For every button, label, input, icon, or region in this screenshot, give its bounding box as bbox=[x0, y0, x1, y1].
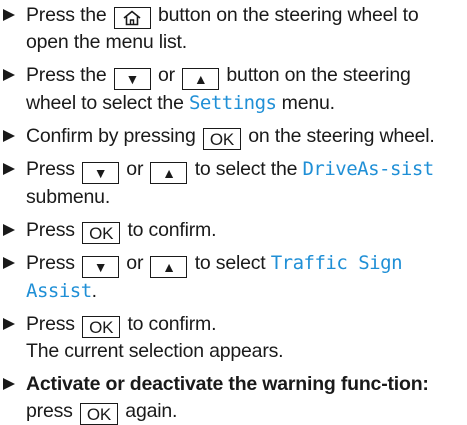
step-5-text-a: Press bbox=[26, 219, 75, 241]
ok-key: OK bbox=[202, 128, 241, 150]
ok-key: OK bbox=[82, 222, 121, 244]
step-7: Press OK to confirm. The current selecti… bbox=[0, 311, 467, 365]
bullet-triangle-icon bbox=[3, 9, 15, 21]
step-4-text-c: submenu. bbox=[26, 186, 111, 208]
step-7-text-b: to confirm. bbox=[127, 313, 217, 335]
down-arrow-key: ▼ bbox=[82, 256, 120, 278]
up-arrow-key: ▲ bbox=[150, 162, 188, 184]
step-7-text-a: Press bbox=[26, 313, 75, 335]
step-2: Press the ▼ or ▲ button on the steering … bbox=[0, 62, 467, 117]
step-8-text-a: press bbox=[26, 400, 73, 422]
home-key bbox=[113, 7, 151, 29]
menu-name-driveassist: DriveAs-sist bbox=[302, 158, 434, 180]
up-arrow-key: ▲ bbox=[150, 256, 188, 278]
step-4: Press ▼ or ▲ to select the DriveAs-sist … bbox=[0, 156, 467, 211]
down-arrow-key: ▼ bbox=[113, 68, 151, 90]
down-arrow-key: ▼ bbox=[82, 162, 120, 184]
ok-key: OK bbox=[79, 403, 119, 425]
step-2-text-a: Press the bbox=[26, 64, 107, 86]
bullet-triangle-icon bbox=[3, 257, 15, 269]
bullet-triangle-icon bbox=[3, 378, 15, 390]
bullet-triangle-icon bbox=[3, 130, 15, 142]
ok-key: OK bbox=[82, 316, 121, 338]
menu-name-settings: Settings bbox=[188, 92, 277, 114]
step-8-heading: Activate or deactivate the warning func-… bbox=[26, 373, 429, 395]
home-icon bbox=[123, 10, 141, 26]
step-1-text-a: Press the bbox=[26, 4, 107, 26]
step-2-or: or bbox=[158, 64, 175, 86]
instruction-page: Press the button on the steering wheel t… bbox=[0, 0, 467, 425]
step-1: Press the button on the steering wheel t… bbox=[0, 2, 467, 56]
step-5-text-b: to confirm. bbox=[127, 219, 217, 241]
step-6-text-b: to select bbox=[194, 252, 266, 274]
step-6-or: or bbox=[126, 252, 144, 274]
step-3-text-a: Confirm by pressing bbox=[26, 125, 196, 147]
step-3: Confirm by pressing OK on the steering w… bbox=[0, 123, 467, 150]
step-4-text-b: to select the bbox=[194, 158, 298, 180]
step-6-text-a: Press bbox=[26, 252, 75, 274]
step-8: Activate or deactivate the warning func-… bbox=[0, 371, 467, 425]
step-3-text-b: on the steering wheel. bbox=[248, 125, 435, 147]
step-5: Press OK to confirm. bbox=[0, 217, 467, 244]
instruction-steps: Press the button on the steering wheel t… bbox=[0, 2, 467, 425]
bullet-triangle-icon bbox=[3, 224, 15, 236]
step-7-note: The current selection appears. bbox=[26, 340, 284, 362]
step-2-text-c: menu. bbox=[281, 92, 335, 114]
step-4-text-a: Press bbox=[26, 158, 75, 180]
up-arrow-key: ▲ bbox=[182, 68, 220, 90]
step-8-text-b: again. bbox=[125, 400, 178, 422]
bullet-triangle-icon bbox=[3, 69, 15, 81]
bullet-triangle-icon bbox=[3, 318, 15, 330]
step-4-or: or bbox=[126, 158, 144, 180]
step-6-text-c: . bbox=[91, 280, 97, 302]
bullet-triangle-icon bbox=[3, 163, 15, 175]
step-6: Press ▼ or ▲ to select Traffic Sign Assi… bbox=[0, 250, 467, 305]
